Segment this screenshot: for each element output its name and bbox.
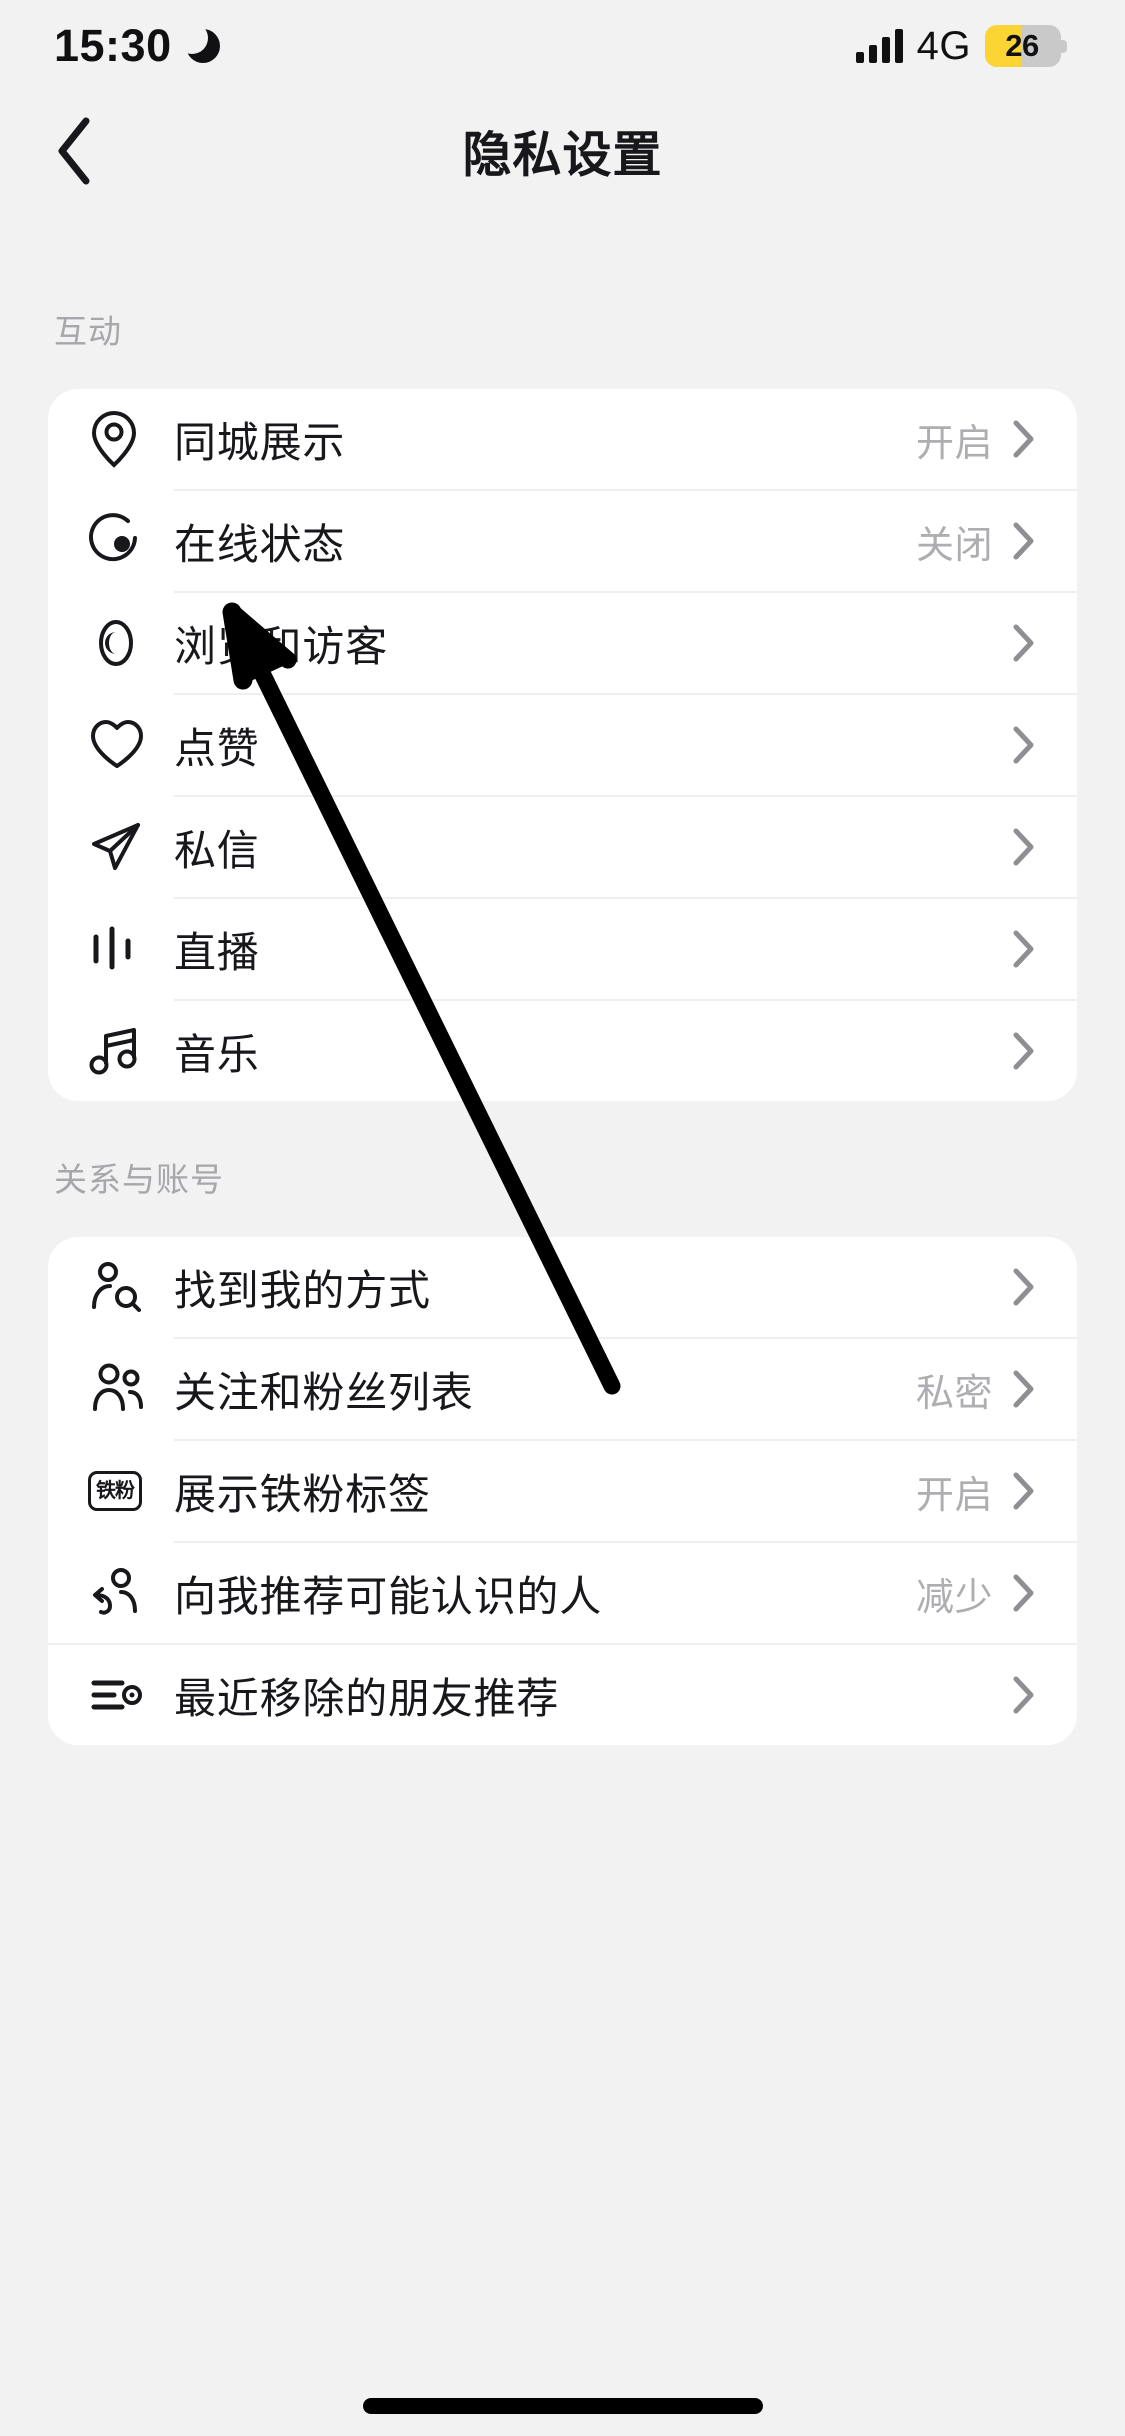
row-label: 找到我的方式 (174, 1266, 431, 1314)
row-tuijian-keneng-renshi-de-ren[interactable]: 向我推荐可能认识的人 减少 (48, 1543, 1077, 1643)
status-bar: 15:30 4G 26 (0, 0, 1125, 92)
chevron-right-icon (1013, 930, 1035, 968)
crescent-moon-icon (175, 22, 220, 63)
cellular-signal-icon (855, 29, 903, 63)
row-yinyue[interactable]: 音乐 (48, 1001, 1077, 1101)
settings-card-interaction: 同城展示 开启 在线状态 关闭 浏览和访客 点赞 私信 直播 音乐 (48, 389, 1077, 1101)
chevron-right-icon (1013, 522, 1035, 560)
row-zaixian-zhuangtai[interactable]: 在线状态 关闭 (48, 491, 1077, 591)
chevron-right-icon (1013, 1574, 1035, 1612)
people-group-icon (88, 1358, 160, 1420)
row-zhanshi-tiefen-biaoqian[interactable]: 铁粉 展示铁粉标签 开启 (48, 1441, 1077, 1541)
row-dianzan[interactable]: 点赞 (48, 695, 1077, 795)
battery-cap (1061, 40, 1067, 53)
row-label: 在线状态 (174, 520, 346, 568)
chevron-right-icon (1013, 1268, 1035, 1306)
status-time: 15:30 (54, 20, 172, 71)
row-tongcheng-zhanshi[interactable]: 同城展示 开启 (48, 389, 1077, 489)
row-value: 私密 (915, 1372, 993, 1415)
row-label: 展示铁粉标签 (174, 1470, 431, 1518)
row-label: 音乐 (174, 1030, 260, 1078)
status-bar-left: 15:30 (54, 20, 220, 72)
chevron-right-icon (1013, 420, 1035, 458)
row-value: 减少 (915, 1576, 993, 1619)
chevron-right-icon (1013, 828, 1035, 866)
settings-content: 互动 同城展示 开启 在线状态 关闭 浏览和访客 点赞 私信 直播 音乐 关系与… (0, 210, 1125, 1745)
battery-indicator: 26 (985, 25, 1067, 67)
chevron-right-icon (1013, 624, 1035, 662)
section-header-interaction: 互动 (54, 313, 122, 350)
removed-list-icon (88, 1664, 160, 1726)
battery-percent-label: 26 (1005, 28, 1039, 63)
live-bars-icon (88, 918, 160, 980)
music-note-icon (88, 1020, 160, 1082)
page-title: 隐私设置 (462, 128, 663, 183)
phone-screen: 15:30 4G 26 隐私设置 互动 同城展示 开启 在线状态 关闭 浏览和访… (0, 0, 1125, 2436)
row-liulan-he-fangke[interactable]: 浏览和访客 (48, 593, 1077, 693)
row-zuijin-yichu-de-pengyou-tuijian[interactable]: 最近移除的朋友推荐 (48, 1645, 1077, 1745)
battery-body: 26 (985, 25, 1061, 67)
section-header-relations: 关系与账号 (54, 1161, 224, 1198)
online-status-icon (88, 510, 160, 572)
heart-icon (88, 714, 160, 776)
iron-fan-badge-text: 铁粉 (88, 1471, 142, 1511)
row-label: 最近移除的朋友推荐 (174, 1674, 560, 1722)
row-label: 浏览和访客 (174, 622, 389, 670)
row-zhibo[interactable]: 直播 (48, 899, 1077, 999)
person-search-icon (88, 1256, 160, 1318)
status-bar-right: 4G 26 (855, 23, 1067, 69)
row-label: 点赞 (174, 724, 260, 772)
row-value: 开启 (915, 422, 993, 465)
location-pin-icon (88, 408, 160, 470)
row-value: 关闭 (915, 524, 993, 567)
row-label: 向我推荐可能认识的人 (174, 1572, 603, 1620)
paper-plane-icon (88, 816, 160, 878)
row-guanzhu-fensi-liebiao[interactable]: 关注和粉丝列表 私密 (48, 1339, 1077, 1439)
iron-fan-badge-icon: 铁粉 (88, 1460, 160, 1522)
row-label: 直播 (174, 928, 260, 976)
network-type-label: 4G (916, 23, 971, 68)
chevron-right-icon (1013, 1472, 1035, 1510)
row-sixin[interactable]: 私信 (48, 797, 1077, 897)
nav-bar: 隐私设置 (0, 92, 1125, 210)
row-label: 同城展示 (174, 418, 346, 466)
home-indicator (362, 2398, 763, 2414)
row-label: 私信 (174, 826, 260, 874)
row-label: 关注和粉丝列表 (174, 1368, 474, 1416)
person-suggest-icon (88, 1562, 160, 1624)
settings-card-relations: 找到我的方式 关注和粉丝列表 私密 铁粉 展示铁粉标签 开启 向我推荐可能认识的… (48, 1237, 1077, 1745)
chevron-right-icon (1013, 1676, 1035, 1714)
chevron-right-icon (1013, 1032, 1035, 1070)
chevron-right-icon (1013, 726, 1035, 764)
eye-icon (88, 612, 160, 674)
row-zhaodao-wode-fangshi[interactable]: 找到我的方式 (48, 1237, 1077, 1337)
chevron-right-icon (1013, 1370, 1035, 1408)
row-value: 开启 (915, 1474, 993, 1517)
